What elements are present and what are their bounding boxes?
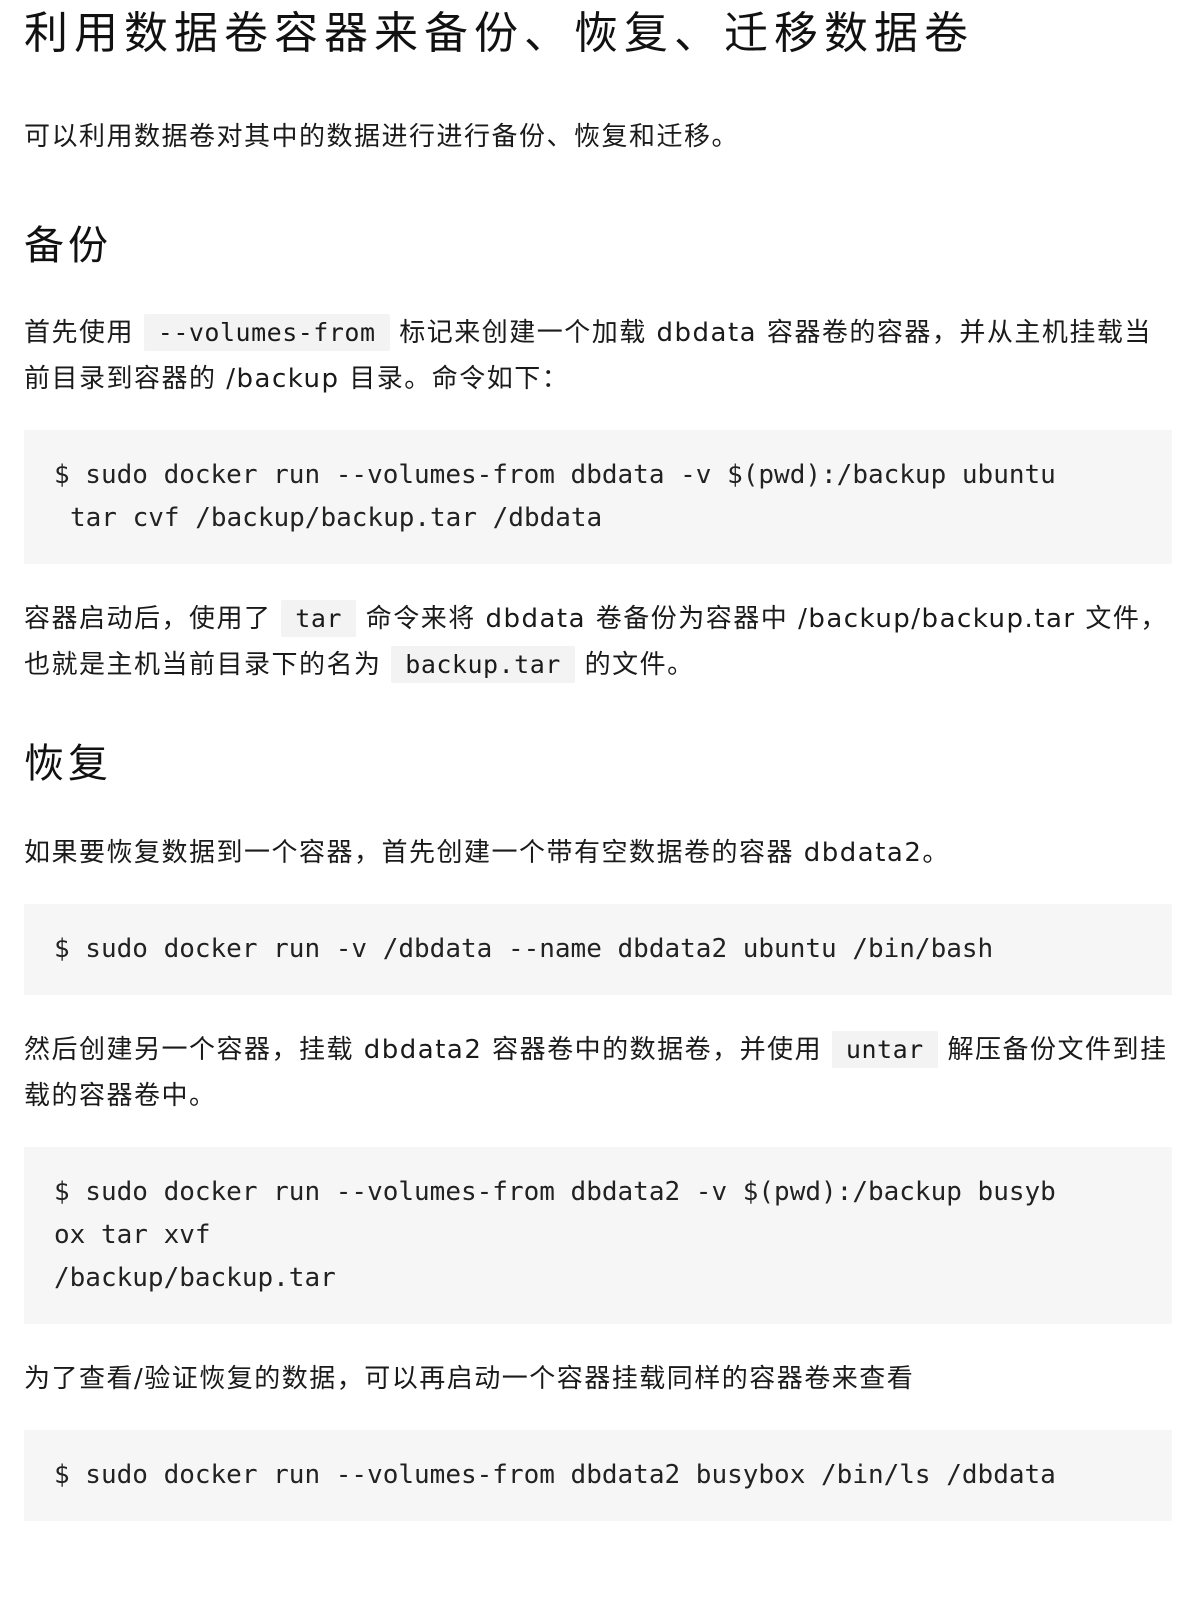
intro-paragraph: 可以利用数据卷对其中的数据进行进行备份、恢复和迁移。 <box>24 122 740 152</box>
code-line: $ sudo docker run -v /dbdata --name dbda… <box>54 934 994 964</box>
code-line: $ sudo docker run --volumes-from dbdata2… <box>54 1177 1056 1207</box>
backup-paragraph-1: 首先使用 --volumes-from 标记来创建一个加载 dbdata 容器卷… <box>24 310 1172 402</box>
inline-code-volumes-from: --volumes-from <box>143 314 390 351</box>
restore-section: 恢复 如果要恢复数据到一个容器，首先创建一个带有空数据卷的容器 dbdata2。… <box>24 738 1172 1521</box>
restore-paragraph-3: 为了查看/验证恢复的数据，可以再启动一个容器挂载同样的容器卷来查看 <box>24 1364 915 1394</box>
code-block-backup: $ sudo docker run --volumes-from dbdata … <box>24 430 1172 564</box>
inline-code-tar: tar <box>281 600 356 637</box>
code-line: tar cvf /backup/backup.tar /dbdata <box>70 503 603 533</box>
backup-p1-text-before: 首先使用 <box>24 318 135 348</box>
code-block-verify: $ sudo docker run --volumes-from dbdata2… <box>24 1430 1172 1521</box>
page-title: 利用数据卷容器来备份、恢复、迁移数据卷 <box>24 8 974 59</box>
inline-code-untar: untar <box>831 1031 938 1068</box>
backup-paragraph-2: 容器启动后，使用了 tar 命令来将 dbdata 卷备份为容器中 /backu… <box>24 596 1172 688</box>
backup-heading: 备份 <box>24 223 112 269</box>
code-block-create-dbdata2: $ sudo docker run -v /dbdata --name dbda… <box>24 904 1172 995</box>
backup-p2-text-after: 的文件。 <box>584 650 695 680</box>
code-line: $ sudo docker run --volumes-from dbdata … <box>54 460 1056 490</box>
restore-heading: 恢复 <box>24 741 112 787</box>
backup-p2-text-before: 容器启动后，使用了 <box>24 604 272 634</box>
inline-code-backup-tar: backup.tar <box>391 646 575 683</box>
code-line: /backup/backup.tar <box>54 1263 336 1293</box>
restore-paragraph-2: 然后创建另一个容器，挂载 dbdata2 容器卷中的数据卷，并使用 untar … <box>24 1027 1172 1119</box>
code-block-restore: $ sudo docker run --volumes-from dbdata2… <box>24 1147 1172 1324</box>
code-line: $ sudo docker run --volumes-from dbdata2… <box>54 1460 1056 1490</box>
restore-p2-text-before: 然后创建另一个容器，挂载 dbdata2 容器卷中的数据卷，并使用 <box>24 1035 823 1065</box>
document-page: 利用数据卷容器来备份、恢复、迁移数据卷 可以利用数据卷对其中的数据进行进行备份、… <box>0 0 1196 1604</box>
backup-section: 备份 首先使用 --volumes-from 标记来创建一个加载 dbdata … <box>24 220 1172 688</box>
code-line: ox tar xvf <box>54 1220 211 1250</box>
restore-paragraph-1: 如果要恢复数据到一个容器，首先创建一个带有空数据卷的容器 dbdata2。 <box>24 838 950 868</box>
